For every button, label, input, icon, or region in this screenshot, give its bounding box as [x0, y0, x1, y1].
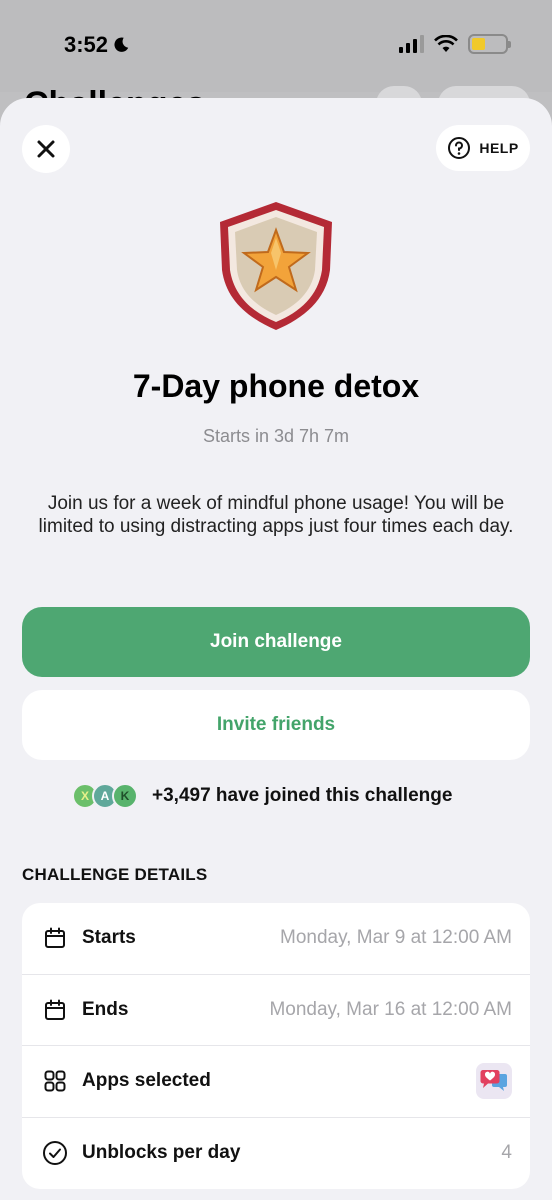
challenge-details-card: Starts Monday, Mar 9 at 12:00 AM Ends Mo… — [22, 903, 530, 1189]
check-circle-icon — [42, 1140, 68, 1166]
details-row-starts: Starts Monday, Mar 9 at 12:00 AM — [22, 903, 530, 975]
status-bar: 3:52 — [0, 0, 552, 92]
details-header: CHALLENGE DETAILS — [22, 865, 208, 884]
challenge-title: 7-Day phone detox — [132, 368, 420, 404]
challenge-countdown: Starts in 3d 7h 7m — [202, 426, 350, 446]
avatar-initial: K — [120, 789, 130, 803]
calendar-icon — [42, 925, 68, 951]
avatar-initial: A — [100, 789, 110, 803]
status-time: 3:52 — [64, 32, 130, 58]
help-button[interactable]: HELP — [436, 125, 530, 171]
chat-heart-app-icon — [476, 1063, 512, 1100]
star-shield-icon — [220, 202, 332, 330]
time-text: 3:52 — [64, 32, 109, 57]
close-button[interactable] — [22, 125, 70, 173]
participants-summary: X A K +3,497 have joined this challenge — [72, 781, 452, 811]
details-row-unblocks: Unblocks per day 4 — [22, 1118, 530, 1190]
apps-label: Apps selected — [82, 1070, 211, 1092]
calendar-icon — [42, 997, 68, 1023]
status-icons — [398, 34, 511, 54]
details-row-apps[interactable]: Apps selected — [22, 1046, 530, 1118]
join-challenge-button[interactable]: Join challenge — [22, 607, 530, 677]
question-circle-icon — [448, 137, 471, 159]
apps-grid-icon — [42, 1068, 68, 1094]
ends-value: Monday, Mar 16 at 12:00 AM — [269, 998, 512, 1020]
signal-icon — [399, 35, 424, 53]
avatar: K — [112, 783, 138, 809]
battery-icon — [468, 34, 511, 54]
details-row-ends: Ends Monday, Mar 16 at 12:00 AM — [22, 975, 530, 1046]
starts-label: Starts — [82, 927, 136, 949]
unblocks-label: Unblocks per day — [82, 1142, 241, 1164]
challenge-description: Join us for a week of mindful phone usag… — [38, 493, 514, 537]
close-icon — [37, 140, 55, 158]
starts-value: Monday, Mar 9 at 12:00 AM — [280, 927, 512, 949]
avatar-initial: X — [80, 789, 89, 803]
moon-icon — [114, 37, 129, 52]
invite-friends-button[interactable]: Invite friends — [22, 690, 530, 760]
unblocks-value: 4 — [501, 1142, 512, 1164]
help-label: HELP — [479, 140, 519, 156]
battery-fill — [472, 38, 485, 50]
wifi-icon — [434, 35, 458, 52]
ends-label: Ends — [82, 998, 129, 1020]
participants-count: +3,497 have joined this challenge — [152, 785, 453, 806]
challenge-sheet: HELP 7-Day phone detox Starts in 3d 7h 7… — [0, 98, 552, 1200]
